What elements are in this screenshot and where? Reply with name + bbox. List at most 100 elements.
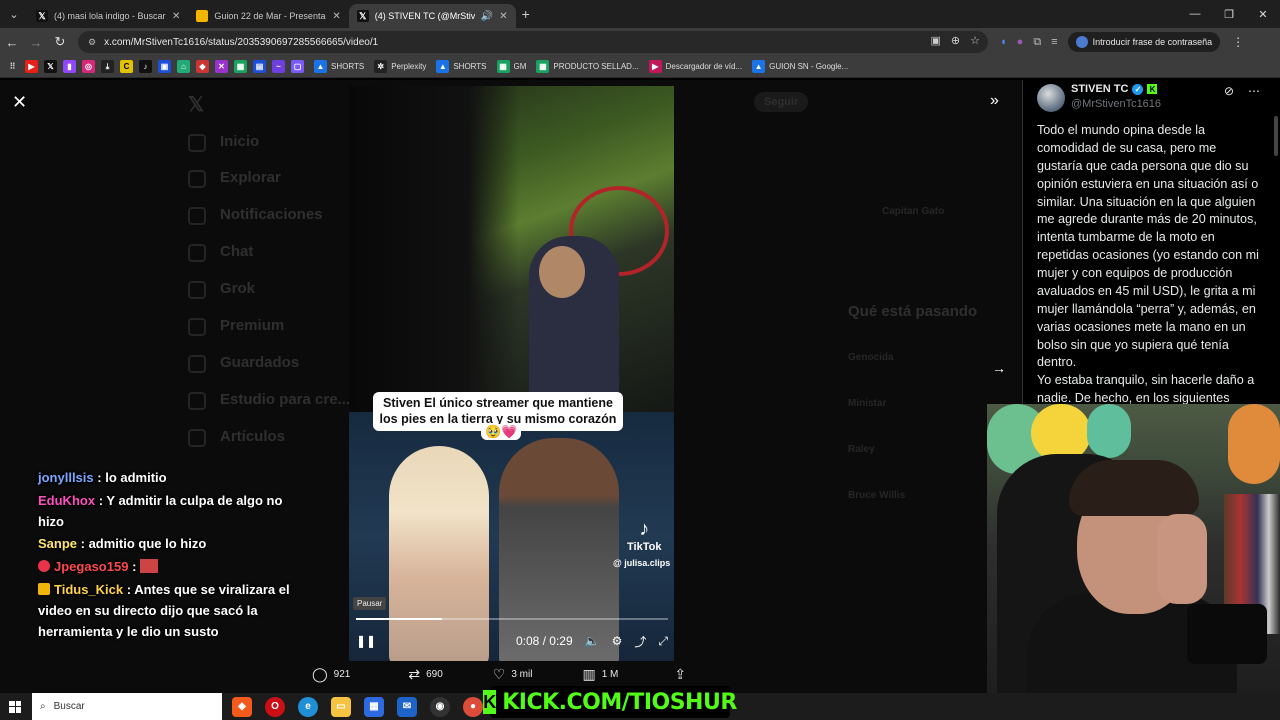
- video-player[interactable]: Stiven El único streamer que mantiene lo…: [349, 86, 674, 661]
- reload-icon[interactable]: ↻: [48, 30, 72, 54]
- youtube-icon[interactable]: ▶: [25, 60, 38, 73]
- close-window-icon[interactable]: ✕: [1246, 0, 1280, 28]
- repost-button[interactable]: ⇄ 690: [408, 666, 442, 683]
- edge-icon[interactable]: e: [298, 696, 318, 717]
- site-info-icon[interactable]: ⚙: [88, 37, 96, 48]
- chat-user: Tidus_Kick: [54, 581, 124, 597]
- reply-button[interactable]: ◯ 921: [312, 666, 350, 683]
- extension-bm-icon[interactable]: ~: [272, 60, 285, 73]
- extension-icon[interactable]: ●: [1017, 36, 1024, 48]
- media-icon[interactable]: ≡: [1051, 36, 1057, 48]
- taskbar-search[interactable]: ⌕ Buscar: [32, 693, 222, 720]
- video-person: [499, 438, 619, 661]
- fullscreen-icon[interactable]: ⤢: [658, 634, 668, 649]
- more-menu-icon[interactable]: ⋮: [1232, 35, 1244, 49]
- downloader-icon[interactable]: ⤓: [101, 60, 114, 73]
- extension-bm-icon[interactable]: ◆: [196, 60, 209, 73]
- install-icon[interactable]: ▣: [931, 34, 941, 47]
- mail-icon[interactable]: ✉: [397, 696, 417, 717]
- heart-icon: ♡: [492, 666, 506, 682]
- webcam-hand: [1157, 514, 1207, 604]
- puzzle-icon[interactable]: ⧉: [1033, 36, 1041, 49]
- address-bar[interactable]: ⚙ x.com/MrStivenTc1616/status/2035390697…: [78, 31, 988, 53]
- store-icon[interactable]: ▦: [364, 696, 384, 717]
- extension-bm-icon[interactable]: ▤: [253, 60, 266, 73]
- tiktok-handle: @ julisa.clips: [613, 558, 671, 568]
- close-viewer-icon[interactable]: ✕: [12, 92, 27, 113]
- brave-icon[interactable]: ◆: [232, 696, 252, 717]
- bookmark-star-icon[interactable]: ☆: [970, 34, 980, 47]
- webcam-hair: [1069, 460, 1199, 516]
- bookmark-item[interactable]: ▲ SHORTS: [314, 60, 364, 73]
- pip-icon[interactable]: ⤴: [634, 633, 646, 650]
- tab-0[interactable]: 𝕏 (4) masi lola indigo - Buscar / X ✕: [28, 4, 188, 28]
- new-tab-button[interactable]: +: [522, 6, 530, 22]
- bookmark-item[interactable]: ▦ PRODUCTO SELLAD...: [536, 60, 639, 73]
- volume-icon[interactable]: 🔈: [585, 634, 600, 648]
- close-icon[interactable]: ✕: [332, 11, 340, 22]
- settings-icon[interactable]: ⚙: [612, 634, 623, 648]
- bookmark-item[interactable]: ▶ Descargador de víd...: [648, 60, 742, 73]
- forward-icon[interactable]: →: [24, 30, 48, 54]
- author-name-row[interactable]: STIVEN TC ✓ K: [1071, 83, 1158, 95]
- close-icon[interactable]: ✕: [499, 11, 507, 22]
- x-icon[interactable]: 𝕏: [44, 60, 57, 73]
- chat-user: jonylllsis: [38, 470, 94, 485]
- extension-bm-icon[interactable]: ⌂: [177, 60, 190, 73]
- minimize-icon[interactable]: —: [1178, 0, 1212, 28]
- back-icon[interactable]: ←: [0, 30, 24, 54]
- more-icon[interactable]: ⋯: [1248, 84, 1260, 98]
- suggested-user: Capitan Gato: [882, 206, 945, 217]
- author-handle[interactable]: @MrStivenTc1616: [1071, 98, 1161, 110]
- like-button[interactable]: ♡ 3 mil: [493, 666, 533, 683]
- extension-bm-icon[interactable]: ▣: [158, 60, 171, 73]
- tiktok-icon[interactable]: ♪: [139, 60, 152, 73]
- tweet-paragraph: Todo el mundo opina desde la comodidad d…: [1037, 123, 1259, 370]
- obs-icon[interactable]: ◉: [430, 696, 450, 717]
- bookmark-icon: [188, 355, 206, 373]
- views-button[interactable]: ▥ 1 M: [582, 666, 618, 683]
- scrollbar[interactable]: [1274, 116, 1278, 156]
- video-progress-bar[interactable]: [356, 618, 668, 620]
- next-media-icon[interactable]: →: [992, 360, 1006, 376]
- bookmarks-bar: ⠿ ▶ 𝕏 ▮ ◎ ⤓ C ♪ ▣ ⌂ ◆ ✕ ▦ ▤ ~ ▢ ▲ SHORTS …: [0, 56, 1280, 78]
- avatar[interactable]: [1037, 84, 1065, 112]
- instagram-icon[interactable]: ◎: [82, 60, 95, 73]
- twitch-icon[interactable]: ▮: [63, 60, 76, 73]
- verified-icon: ✓: [1132, 83, 1144, 95]
- extension-bm-icon[interactable]: C: [120, 60, 133, 73]
- apps-icon[interactable]: ⠿: [6, 60, 19, 73]
- studio-icon: [188, 392, 206, 410]
- bookmark-item[interactable]: ▲ SHORTS: [436, 60, 487, 73]
- extension-bm-icon[interactable]: ✕: [215, 60, 228, 73]
- bookmark-label: SHORTS: [453, 62, 487, 71]
- tab-1[interactable]: Guion 22 de Mar - Presentación ✕: [188, 4, 348, 28]
- folder-icon[interactable]: ▭: [331, 696, 351, 717]
- video-caption-emoji: 🥹💗: [481, 424, 522, 440]
- home-icon: [188, 134, 206, 152]
- profile-button[interactable]: Introducir frase de contraseña: [1067, 32, 1221, 52]
- extension-bm-icon[interactable]: ▢: [291, 60, 304, 73]
- expand-panel-icon[interactable]: »: [990, 92, 999, 110]
- opera-icon[interactable]: O: [265, 696, 285, 717]
- nav-item: Artículos: [220, 428, 286, 445]
- restore-icon[interactable]: ❐: [1212, 0, 1246, 28]
- tiktok-watermark: ♪ TikTok: [627, 518, 661, 553]
- bookmark-item[interactable]: ▦ GM: [496, 60, 526, 73]
- extension-icon[interactable]: ◖: [1000, 36, 1007, 48]
- bookmark-item[interactable]: ▲ GUION SN - Google...: [752, 60, 848, 73]
- chrome-icon[interactable]: ●: [463, 696, 483, 717]
- search-icon: [188, 170, 206, 188]
- sheets-icon[interactable]: ▦: [234, 60, 247, 73]
- tab-2[interactable]: 𝕏 (4) STIVEN TC (@MrStivenTc1616) 🔊 ✕: [348, 4, 516, 28]
- speaker-icon[interactable]: 🔊: [481, 11, 493, 22]
- bookmark-item[interactable]: ✲ Perplexity: [374, 60, 426, 73]
- share-button[interactable]: ⇪: [674, 666, 686, 683]
- close-icon[interactable]: ✕: [172, 11, 180, 22]
- grok-icon[interactable]: ⊘: [1224, 84, 1234, 98]
- zoom-icon[interactable]: ⊕: [951, 34, 960, 47]
- follow-button: Seguir: [754, 92, 809, 112]
- pause-icon[interactable]: ❚❚: [356, 634, 376, 648]
- start-button[interactable]: [0, 700, 30, 713]
- tab-search-button[interactable]: ⌄: [0, 0, 28, 28]
